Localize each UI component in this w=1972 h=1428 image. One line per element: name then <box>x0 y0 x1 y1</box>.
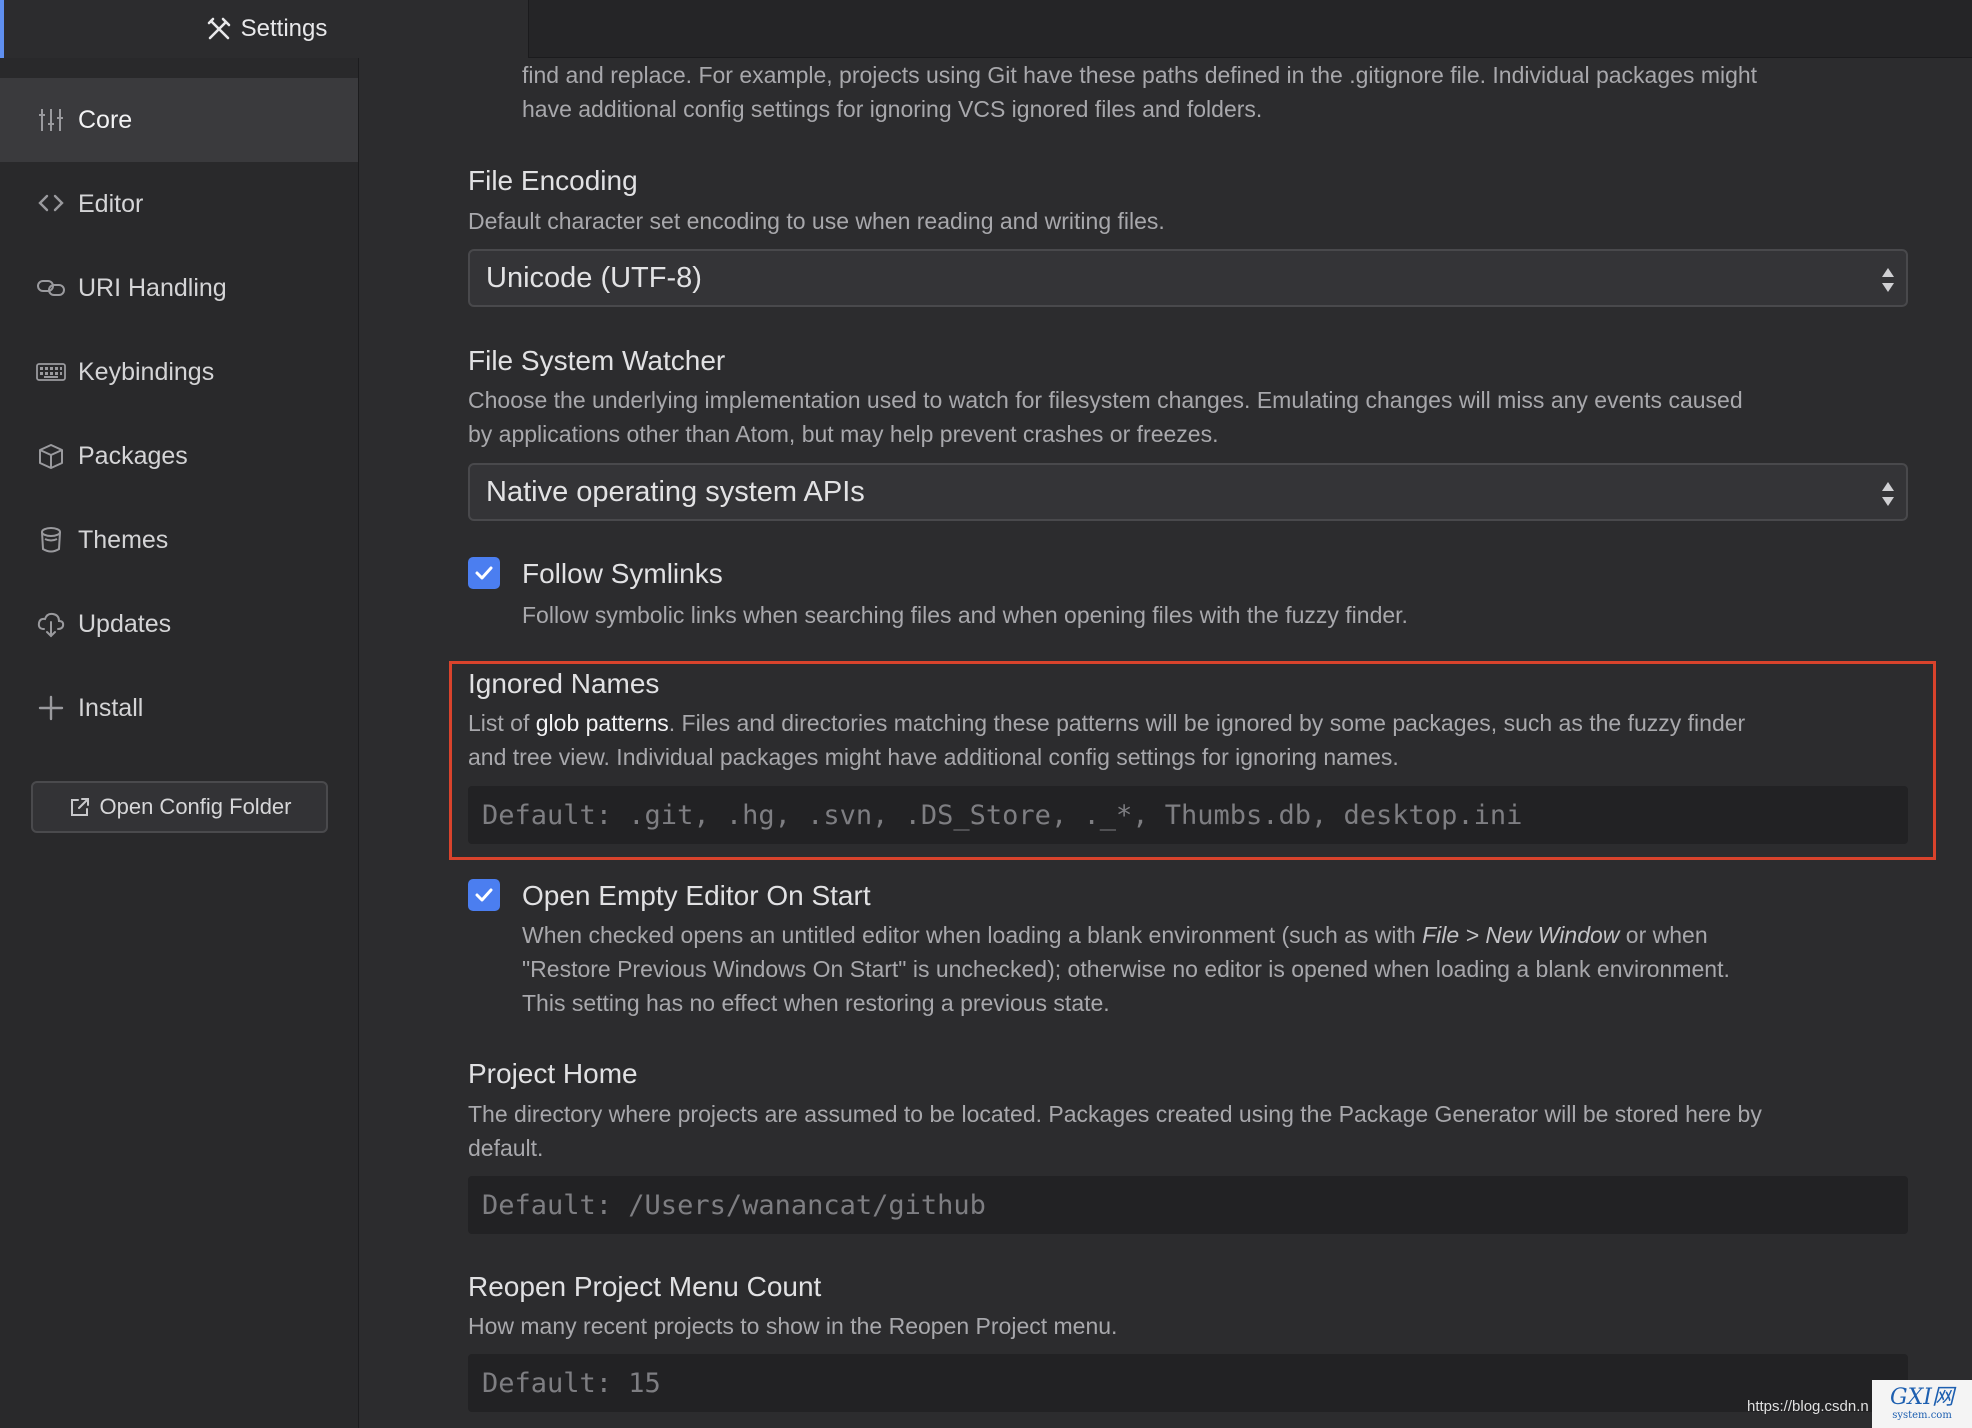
tab-label: Settings <box>240 15 328 42</box>
follow-symlinks-description: Follow symbolic links when searching fil… <box>522 602 1408 628</box>
description-text: . Files and directories matching these p… <box>668 710 1746 736</box>
exclude-vcs-description: find and replace. For example, projects … <box>522 58 1952 126</box>
keyboard-icon <box>36 363 66 381</box>
tab-settings[interactable]: Settings <box>0 0 529 58</box>
package-icon <box>39 444 63 469</box>
fs-watcher-title: File System Watcher <box>468 345 726 376</box>
fs-watcher-description: Choose the underlying implementation use… <box>468 383 1928 451</box>
sidebar-item-label: Themes <box>78 525 169 554</box>
project-home-title: Project Home <box>468 1058 638 1089</box>
external-link-icon <box>70 798 89 816</box>
select-arrows-icon <box>1882 268 1894 292</box>
paintcan-icon <box>41 527 61 553</box>
watermark-url: https://blog.csdn.n <box>1747 1398 1869 1415</box>
ignored-names-title: Ignored Names <box>468 668 660 699</box>
open-config-folder-label: Open Config Folder <box>99 794 292 819</box>
code-icon <box>38 194 64 212</box>
description-line: List of glob patterns. Files and directo… <box>468 706 1928 740</box>
plus-icon <box>38 695 64 721</box>
description-text: When checked opens an untitled editor wh… <box>522 922 1423 948</box>
sidebar-item-label: URI Handling <box>78 273 227 302</box>
settings-sidebar: Core Editor URI Handling Keybindings Pac… <box>0 58 359 1428</box>
reopen-count-title: Reopen Project Menu Count <box>468 1271 822 1302</box>
link-icon <box>37 280 65 296</box>
watermark-logo-subtext: system.com <box>1892 1410 1952 1421</box>
follow-symlinks-checkbox[interactable] <box>468 557 500 589</box>
sidebar-item-label: Packages <box>78 441 188 470</box>
sidebar-item-themes[interactable]: Themes <box>0 498 358 582</box>
description-text: List of <box>468 710 536 736</box>
description-text: or when <box>1619 922 1708 948</box>
glob-patterns-link[interactable]: glob patterns <box>536 710 669 736</box>
sidebar-item-label: Install <box>78 693 144 722</box>
ignored-names-description: List of glob patterns. Files and directo… <box>468 706 1928 774</box>
project-home-input[interactable]: Default: /Users/wanancat/github <box>468 1176 1908 1234</box>
watermark-logo-text: GXI网 <box>1890 1385 1954 1410</box>
sliders-icon <box>39 109 63 131</box>
tools-icon <box>207 17 230 40</box>
description-line: "Restore Previous Windows On Start" is u… <box>522 956 1730 982</box>
sidebar-item-uri-handling[interactable]: URI Handling <box>0 246 358 330</box>
file-encoding-value: Unicode (UTF-8) <box>486 261 702 294</box>
description-line: Choose the underlying implementation use… <box>468 387 1743 413</box>
sidebar-item-label: Updates <box>78 609 172 638</box>
sidebar-item-keybindings[interactable]: Keybindings <box>0 330 358 414</box>
sidebar-item-install[interactable]: Install <box>0 666 358 750</box>
project-home-description: The directory where projects are assumed… <box>468 1097 1928 1165</box>
cloud-download-icon <box>37 612 65 638</box>
file-encoding-title: File Encoding <box>468 165 638 196</box>
description-line: have additional config settings for igno… <box>522 96 1263 122</box>
description-line: When checked opens an untitled editor wh… <box>522 918 1942 952</box>
open-config-folder-button[interactable]: Open Config Folder <box>31 781 328 833</box>
description-line: by applications other than Atom, but may… <box>468 421 1219 447</box>
sidebar-item-updates[interactable]: Updates <box>0 582 358 666</box>
sidebar-item-editor[interactable]: Editor <box>0 162 358 246</box>
sidebar-item-label: Keybindings <box>78 357 215 386</box>
description-line: The directory where projects are assumed… <box>468 1101 1762 1127</box>
checkmark-icon <box>475 566 493 580</box>
ignored-names-input[interactable]: Default: .git, .hg, .svn, .DS_Store, ._*… <box>468 786 1908 844</box>
menu-path-text: File > New Window <box>1422 922 1620 948</box>
file-encoding-description: Default character set encoding to use wh… <box>468 208 1165 234</box>
reopen-count-input[interactable]: Default: 15 <box>468 1354 1908 1412</box>
file-encoding-select[interactable]: Unicode (UTF-8) <box>468 249 1908 307</box>
description-line: and tree view. Individual packages might… <box>468 744 1399 770</box>
open-empty-editor-title: Open Empty Editor On Start <box>522 880 871 911</box>
checkmark-icon <box>475 888 493 902</box>
description-line: default. <box>468 1135 544 1161</box>
tab-bar: Settings <box>0 0 1972 58</box>
open-empty-editor-checkbox[interactable] <box>468 879 500 911</box>
fs-watcher-select[interactable]: Native operating system APIs <box>468 463 1908 521</box>
settings-window: Settings Core Editor URI Handling Keybin… <box>0 0 1972 1428</box>
watermark-logo: GXI网 system.com <box>1872 1380 1972 1428</box>
sidebar-item-packages[interactable]: Packages <box>0 414 358 498</box>
description-line: This setting has no effect when restorin… <box>522 990 1110 1016</box>
sidebar-item-label: Editor <box>78 189 144 218</box>
description-line: find and replace. For example, projects … <box>522 62 1758 88</box>
sidebar-item-core[interactable]: Core <box>0 78 358 162</box>
sidebar-item-label: Core <box>78 105 133 134</box>
fs-watcher-value: Native operating system APIs <box>486 475 865 508</box>
follow-symlinks-title: Follow Symlinks <box>522 558 723 589</box>
select-arrows-icon <box>1882 482 1894 506</box>
open-empty-editor-description: When checked opens an untitled editor wh… <box>522 918 1942 1020</box>
reopen-count-description: How many recent projects to show in the … <box>468 1313 1118 1339</box>
settings-panel: find and replace. For example, projects … <box>360 58 1972 1428</box>
